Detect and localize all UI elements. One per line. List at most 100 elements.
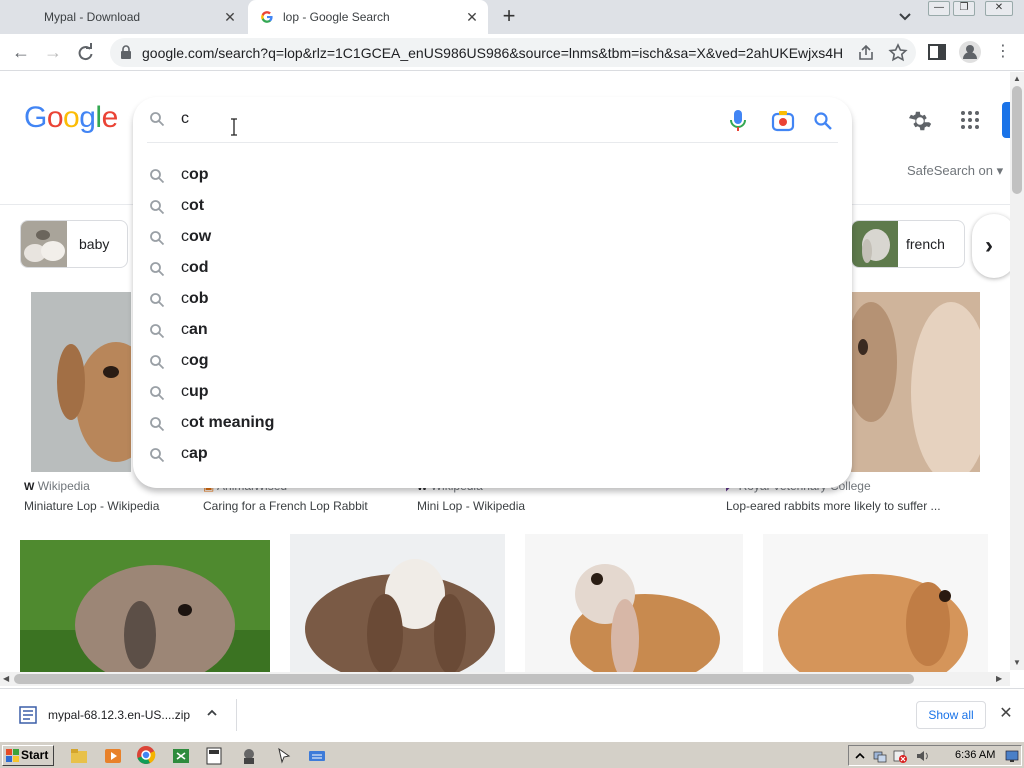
minimize-button[interactable]: — <box>928 1 950 16</box>
tray-expand-icon[interactable] <box>853 749 867 763</box>
clock: 6:36 AM <box>955 749 996 761</box>
suggestion-item[interactable]: cob <box>133 284 852 315</box>
google-favicon-icon <box>261 11 273 23</box>
suggestion-item[interactable]: cod <box>133 253 852 284</box>
suggestion-completion: up <box>189 383 209 400</box>
suggestion-item[interactable]: cot <box>133 191 852 222</box>
safesearch-toggle[interactable]: SafeSearch on ▾ <box>907 163 1003 179</box>
logo-letter: g <box>79 101 96 134</box>
download-item-filename[interactable]: mypal-68.12.3.en-US....zip <box>48 708 190 722</box>
browser-menu-icon[interactable]: ⋮ <box>992 41 1014 63</box>
scroll-left-arrow-icon[interactable]: ◀ <box>3 674 9 684</box>
cursor-tool-icon[interactable] <box>275 747 293 765</box>
scroll-right-arrow-icon[interactable]: ▶ <box>996 674 1002 684</box>
restore-button[interactable]: ❐ <box>953 1 975 16</box>
search-icon <box>150 293 165 308</box>
search-submit-icon[interactable] <box>813 111 833 131</box>
show-all-downloads-button[interactable]: Show all <box>916 701 986 729</box>
download-shelf: mypal-68.12.3.en-US....zip Show all ✕ <box>0 688 1024 740</box>
suggestion-text: cot <box>181 197 204 215</box>
forward-arrow-icon[interactable]: → <box>42 41 64 63</box>
result-image-lop-eared-rabbits[interactable] <box>851 292 980 472</box>
side-panel-icon[interactable] <box>927 42 947 62</box>
shelf-divider <box>236 699 237 731</box>
suggestion-prefix: c <box>181 414 189 431</box>
result-image-miniature-lop[interactable] <box>31 292 131 472</box>
horizontal-scroll-thumb[interactable] <box>14 674 914 684</box>
chip-french[interactable]: french <box>851 220 965 268</box>
chevron-right-icon: › <box>985 232 993 259</box>
result-image-rabbit-snow[interactable] <box>290 534 505 672</box>
network-icon[interactable] <box>873 749 887 763</box>
security-alert-icon[interactable] <box>893 749 907 763</box>
suggestion-item[interactable]: can <box>133 315 852 346</box>
google-apps-icon[interactable] <box>958 108 982 132</box>
vertical-scroll-thumb[interactable] <box>1012 86 1022 194</box>
microphone-icon[interactable] <box>729 109 747 133</box>
search-icon <box>150 324 165 339</box>
media-player-icon[interactable] <box>104 747 122 765</box>
share-icon[interactable] <box>856 43 876 63</box>
suggestion-prefix: c <box>181 166 189 183</box>
spreadsheet-icon[interactable] <box>172 747 190 765</box>
result-caption[interactable]: Mini Lop - Wikipedia <box>417 499 525 513</box>
tab-google-search[interactable]: lop - Google Search ✕ <box>248 0 488 34</box>
window-close-button[interactable]: ✕ <box>985 1 1013 16</box>
suggestion-prefix: c <box>181 290 189 307</box>
settings-gear-icon[interactable] <box>907 108 933 134</box>
suggestion-item[interactable]: cow <box>133 222 852 253</box>
new-tab-button[interactable]: + <box>498 5 520 28</box>
camera-lens-icon[interactable] <box>771 110 795 132</box>
lock-icon <box>121 45 131 59</box>
tab-close-icon[interactable]: ✕ <box>464 9 480 25</box>
logo-letter: o <box>46 101 64 134</box>
tab-close-icon[interactable]: ✕ <box>222 9 238 25</box>
browser-toolbar: ← → google.com/search?q=lop&rlz=1C1GCEA_… <box>0 34 1024 71</box>
vertical-scrollbar[interactable]: ▲ ▼ <box>1010 72 1024 670</box>
close-shelf-icon[interactable]: ✕ <box>998 706 1014 722</box>
calculator-icon[interactable] <box>205 747 223 765</box>
suggestion-prefix: c <box>181 259 189 276</box>
result-image-rabbit-grass[interactable] <box>20 540 270 672</box>
back-arrow-icon[interactable]: ← <box>10 41 32 63</box>
result-source[interactable]: W Wikipedia <box>24 479 90 493</box>
search-icon <box>150 200 165 215</box>
result-image-rabbit-orange[interactable] <box>763 534 988 672</box>
suggestion-item[interactable]: cap <box>133 439 852 470</box>
suggestion-text: cob <box>181 290 209 308</box>
suggestion-completion: ow <box>189 228 212 245</box>
suggestion-item[interactable]: cup <box>133 377 852 408</box>
show-desktop-icon[interactable] <box>1005 749 1019 763</box>
suggestion-item[interactable]: cot meaning <box>133 408 852 439</box>
suggestion-item[interactable]: cog <box>133 346 852 377</box>
chip-baby[interactable]: baby <box>20 220 128 268</box>
folder-icon[interactable] <box>70 747 88 765</box>
address-bar[interactable]: google.com/search?q=lop&rlz=1C1GCEA_enUS… <box>110 38 916 67</box>
suggestions-divider <box>147 142 838 143</box>
chrome-icon[interactable] <box>136 745 156 765</box>
tab-mypal-download[interactable]: Mypal - Download ✕ <box>0 0 246 34</box>
result-caption[interactable]: Miniature Lop - Wikipedia <box>24 499 159 513</box>
horizontal-scrollbar[interactable]: ◀ ▶ <box>0 672 1010 686</box>
result-image-rabbit-white-orange[interactable] <box>525 534 743 672</box>
scroll-down-arrow-icon[interactable]: ▼ <box>1013 658 1021 668</box>
tab-title: Mypal - Download <box>44 10 141 24</box>
search-icon <box>150 417 165 432</box>
result-caption[interactable]: Lop-eared rabbits more likely to suffer … <box>726 499 941 513</box>
suggestion-item[interactable]: cop <box>133 160 852 191</box>
scroll-up-arrow-icon[interactable]: ▲ <box>1013 74 1021 84</box>
sign-in-button-edge[interactable] <box>1002 102 1010 138</box>
result-caption[interactable]: Caring for a French Lop Rabbit <box>203 499 368 513</box>
volume-icon[interactable] <box>915 749 929 763</box>
google-logo[interactable]: Google <box>24 101 118 135</box>
keyboard-icon[interactable] <box>308 747 326 765</box>
search-input[interactable]: c <box>181 110 189 128</box>
tab-search-chevron-icon[interactable] <box>896 7 914 25</box>
bookmark-star-icon[interactable] <box>888 43 908 63</box>
reload-icon[interactable] <box>75 43 95 63</box>
profile-avatar-icon[interactable] <box>958 40 982 64</box>
agent-icon[interactable] <box>240 747 258 765</box>
start-button[interactable]: Start <box>2 745 54 766</box>
chevron-up-icon[interactable] <box>205 706 219 720</box>
windows-logo-icon <box>6 749 19 762</box>
